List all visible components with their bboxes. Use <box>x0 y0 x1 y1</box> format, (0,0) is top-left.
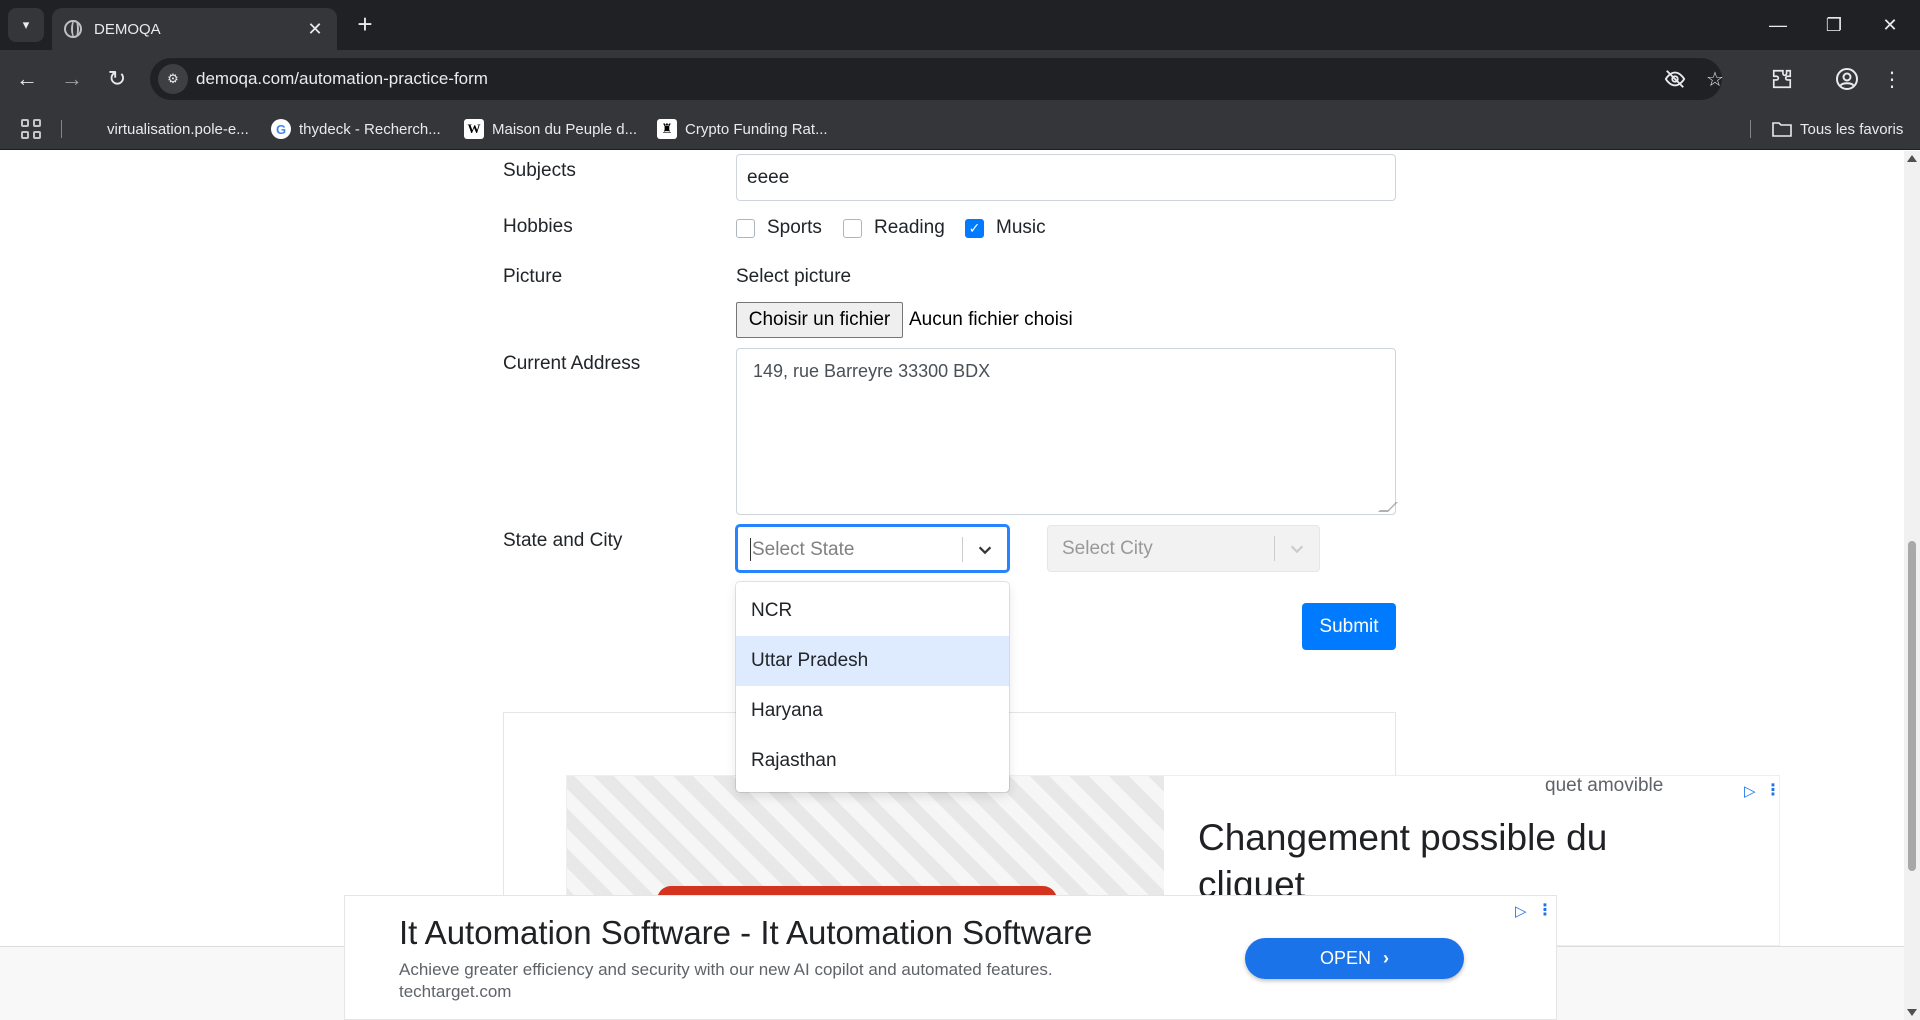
bookmarks-bar: virtualisation.pole-e... G thydeck - Rec… <box>0 108 1920 150</box>
file-status-text: Aucun fichier choisi <box>909 309 1073 330</box>
hobby-label: Sports <box>767 217 822 238</box>
hobby-reading-checkbox[interactable]: Reading <box>843 216 945 240</box>
checkmark-icon[interactable]: ✓ <box>965 218 984 238</box>
all-bookmarks-label: Tous les favoris <box>1800 120 1904 138</box>
bottom-advertisement[interactable]: It Automation Software - It Automation S… <box>344 895 1557 1020</box>
bookmark-item[interactable]: ♜ Crypto Funding Rat... <box>657 108 828 150</box>
address-bar[interactable]: ⚙ demoqa.com/automation-practice-form ☆ <box>150 58 1724 100</box>
chevron-right-icon: › <box>1383 948 1389 968</box>
tracking-eye-off-icon[interactable] <box>1660 64 1690 94</box>
new-tab-button[interactable]: + <box>350 10 380 40</box>
reload-button[interactable]: ↻ <box>100 62 134 96</box>
ad-title[interactable]: It Automation Software - It Automation S… <box>399 914 1092 952</box>
select-picture-hint: Select picture <box>736 266 852 287</box>
scroll-up-arrow-icon[interactable] <box>1907 155 1917 162</box>
crypto-funding-icon: ♜ <box>657 119 677 139</box>
scroll-down-arrow-icon[interactable] <box>1907 1009 1917 1016</box>
select-separator <box>962 537 963 562</box>
adchoices-icon[interactable]: ▷ <box>1515 902 1527 920</box>
back-button[interactable]: ← <box>10 62 44 96</box>
chevron-down-icon <box>1283 535 1311 563</box>
extensions-icon[interactable] <box>1765 62 1799 96</box>
bookmark-item[interactable]: virtualisation.pole-e... <box>107 108 249 150</box>
subjects-label: Subjects <box>503 160 576 181</box>
bookmark-label: Crypto Funding Rat... <box>685 120 828 138</box>
state-city-label: State and City <box>503 530 623 551</box>
subjects-value: eeee <box>747 167 790 188</box>
browser-toolbar: ← → ↻ ⚙ demoqa.com/automation-practice-f… <box>0 50 1920 108</box>
scrollbar-thumb[interactable] <box>1908 541 1916 871</box>
hobby-sports-checkbox[interactable]: Sports <box>736 216 822 240</box>
bookmark-label: thydeck - Recherch... <box>299 120 441 138</box>
ad-headline[interactable]: Changement possible du cliquet <box>1198 814 1718 908</box>
google-icon: G <box>271 119 291 139</box>
city-placeholder: Select City <box>1062 538 1153 559</box>
bookmark-separator <box>1750 120 1751 138</box>
city-select[interactable]: Select City <box>1047 525 1320 572</box>
state-option-rajasthan[interactable]: Rajasthan <box>736 736 1009 786</box>
text-caret <box>750 538 751 561</box>
picture-label: Picture <box>503 266 563 287</box>
state-option-haryana[interactable]: Haryana <box>736 686 1009 736</box>
forward-button[interactable]: → <box>55 62 89 96</box>
bookmark-label: virtualisation.pole-e... <box>107 120 249 138</box>
all-bookmarks-button[interactable]: Tous les favoris <box>1772 108 1903 150</box>
title-bar: ▾ DEMOQA ✕ + — ❐ ✕ <box>0 0 1920 50</box>
address-value: 149, rue Barreyre 33300 BDX <box>753 361 991 381</box>
bookmark-item[interactable]: W Maison du Peuple d... <box>464 108 637 150</box>
ad-open-button[interactable]: OPEN › <box>1245 938 1464 979</box>
current-address-label: Current Address <box>503 353 641 374</box>
close-tab-icon[interactable]: ✕ <box>305 19 325 40</box>
state-dropdown-menu: NCR Uttar Pradesh Haryana Rajasthan <box>736 582 1009 792</box>
close-window-button[interactable]: ✕ <box>1862 0 1918 50</box>
state-option-ncr[interactable]: NCR <box>736 586 1009 636</box>
select-separator <box>1274 536 1275 561</box>
chevron-down-icon[interactable] <box>971 536 999 564</box>
ad-options-icon[interactable]: ⋮ <box>1765 780 1779 800</box>
checkbox-box[interactable] <box>736 218 755 238</box>
bookmark-label: Maison du Peuple d... <box>492 120 638 138</box>
globe-icon <box>64 20 82 38</box>
site-info-icon[interactable]: ⚙ <box>158 64 188 94</box>
state-option-uttar-pradesh[interactable]: Uttar Pradesh <box>736 636 1009 686</box>
submit-button[interactable]: Submit <box>1302 603 1396 650</box>
tab-search-button[interactable]: ▾ <box>8 8 44 42</box>
hobbies-label: Hobbies <box>503 216 573 237</box>
hobby-label: Music <box>996 217 1046 238</box>
choose-file-button[interactable]: Choisir un fichier <box>736 302 903 338</box>
restore-button[interactable]: ❐ <box>1806 0 1862 50</box>
adchoices-icon[interactable]: ▷ <box>1744 782 1756 800</box>
subjects-input[interactable]: eeee <box>736 154 1396 201</box>
active-tab[interactable]: DEMOQA ✕ <box>52 8 337 50</box>
apps-grid-icon[interactable] <box>20 118 42 140</box>
hobby-label: Reading <box>874 217 945 238</box>
page-scrollbar[interactable] <box>1904 151 1920 1020</box>
hobby-music-checkbox[interactable]: ✓ Music <box>965 216 1046 240</box>
minimize-button[interactable]: — <box>1750 0 1806 50</box>
ad-open-label: OPEN <box>1319 948 1371 968</box>
ad-description: Achieve greater efficiency and security … <box>399 960 1053 979</box>
star-bookmark-icon[interactable]: ☆ <box>1700 64 1730 94</box>
url-text[interactable]: demoqa.com/automation-practice-form <box>196 69 488 89</box>
ad-site[interactable]: techtarget.com <box>399 982 511 1002</box>
folder-icon <box>1772 119 1792 139</box>
bookmark-separator <box>61 120 62 138</box>
page-content: Subjects eeee Hobbies Sports Reading ✓ M… <box>0 151 1904 946</box>
wikipedia-icon: W <box>464 119 484 139</box>
current-address-textarea[interactable]: 149, rue Barreyre 33300 BDX <box>736 348 1398 515</box>
bookmark-item[interactable]: G thydeck - Recherch... <box>271 108 441 150</box>
ad-subtext: quet amovible <box>1545 775 1664 796</box>
tab-title: DEMOQA <box>94 20 161 38</box>
checkbox-box[interactable] <box>843 218 862 238</box>
profile-icon[interactable] <box>1830 62 1864 96</box>
state-select[interactable]: Select State <box>736 525 1009 572</box>
ad-options-icon[interactable]: ⋮ <box>1537 900 1553 920</box>
resize-grip-icon[interactable] <box>1378 502 1398 512</box>
menu-kebab-icon[interactable]: ⋮ <box>1875 62 1909 96</box>
state-placeholder: Select State <box>752 539 855 560</box>
